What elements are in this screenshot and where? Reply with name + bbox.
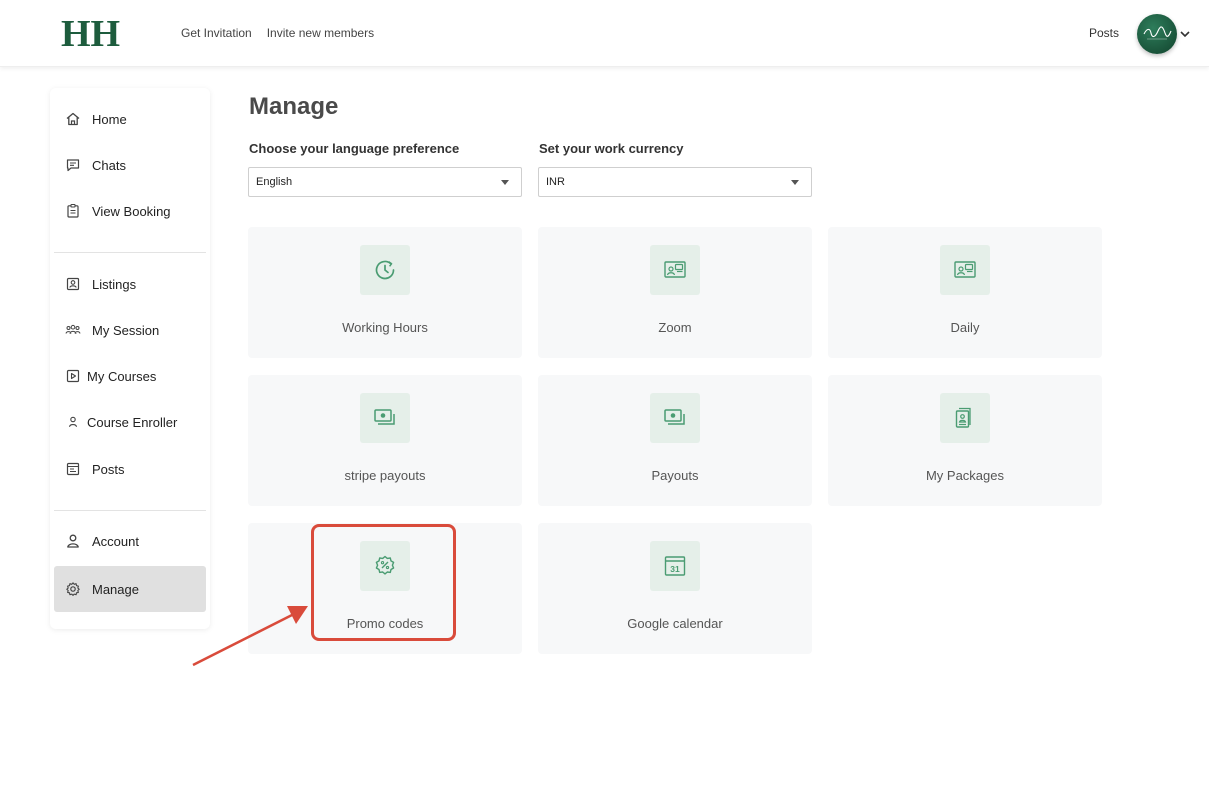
- sidebar-item-chats[interactable]: Chats: [54, 142, 206, 188]
- sidebar-item-label: Course Enroller: [87, 414, 178, 430]
- money-icon: [360, 393, 410, 443]
- card-google-calendar[interactable]: 31 Google calendar: [538, 523, 812, 654]
- page-title: Manage: [249, 93, 339, 120]
- card-label: Zoom: [658, 320, 692, 335]
- card-payouts[interactable]: Payouts: [538, 375, 812, 506]
- sidebar-item-my-courses[interactable]: My Courses: [54, 353, 206, 399]
- video-card-icon: [940, 245, 990, 295]
- sidebar-item-course-enroller[interactable]: Course Enroller: [54, 399, 206, 445]
- gear-icon: [64, 580, 82, 598]
- listing-icon: [64, 275, 82, 293]
- calendar-icon: 31: [650, 541, 700, 591]
- sidebar-item-my-session[interactable]: My Session: [54, 307, 206, 353]
- card-daily[interactable]: Daily: [828, 227, 1102, 358]
- caret-down-icon: [791, 180, 799, 185]
- card-promo-codes[interactable]: Promo codes: [248, 523, 522, 654]
- caret-down-icon: [501, 180, 509, 185]
- package-icon: [940, 393, 990, 443]
- sidebar-item-label: My Courses: [87, 368, 157, 384]
- card-my-packages[interactable]: My Packages: [828, 375, 1102, 506]
- top-header: HH Get Invitation Invite new members Pos…: [0, 0, 1209, 67]
- posts-icon: [64, 460, 82, 478]
- sidebar: Home Chats View Booking Listings My Sess…: [50, 88, 210, 629]
- sidebar-item-listings[interactable]: Listings: [54, 261, 206, 307]
- card-label: Google calendar: [627, 616, 723, 631]
- nav-get-invitation[interactable]: Get Invitation: [181, 26, 252, 40]
- sidebar-item-posts[interactable]: Posts: [54, 446, 206, 492]
- sidebar-item-home[interactable]: Home: [54, 96, 206, 142]
- sidebar-item-label: Manage: [92, 581, 139, 597]
- currency-select[interactable]: INR: [538, 167, 812, 197]
- sidebar-item-manage[interactable]: Manage: [54, 566, 206, 612]
- sidebar-divider: [54, 252, 206, 253]
- logo[interactable]: HH: [61, 12, 120, 56]
- group-icon: [64, 321, 82, 339]
- clipboard-icon: [64, 202, 82, 220]
- svg-text:31: 31: [670, 564, 680, 574]
- sidebar-item-label: Account: [92, 533, 139, 549]
- header-posts-link[interactable]: Posts: [1089, 26, 1119, 40]
- chat-icon: [64, 156, 82, 174]
- top-nav: Get Invitation Invite new members: [181, 26, 374, 40]
- chevron-down-icon[interactable]: [1179, 28, 1191, 40]
- sidebar-item-label: Chats: [92, 157, 126, 173]
- home-icon: [64, 110, 82, 128]
- card-label: Promo codes: [346, 616, 424, 631]
- clock-icon: [360, 245, 410, 295]
- sidebar-item-label: My Session: [92, 322, 160, 338]
- sidebar-item-account[interactable]: Account: [54, 518, 206, 564]
- card-stripe-payouts[interactable]: stripe payouts: [248, 375, 522, 506]
- sidebar-item-label: View Booking: [92, 203, 171, 219]
- currency-label: Set your work currency: [539, 141, 684, 156]
- card-label: Daily: [950, 320, 980, 335]
- sidebar-item-label: Listings: [92, 276, 137, 292]
- percent-badge-icon: [360, 541, 410, 591]
- card-working-hours[interactable]: Working Hours: [248, 227, 522, 358]
- account-icon: [64, 532, 82, 550]
- card-label: Payouts: [651, 468, 699, 483]
- money-icon: [650, 393, 700, 443]
- language-select-value: English: [256, 176, 293, 188]
- card-zoom[interactable]: Zoom: [538, 227, 812, 358]
- sidebar-divider: [54, 510, 206, 511]
- nav-invite-new-members[interactable]: Invite new members: [267, 26, 374, 40]
- video-card-icon: [650, 245, 700, 295]
- user-avatar-icon[interactable]: [1137, 14, 1177, 54]
- sidebar-item-view-booking[interactable]: View Booking: [54, 188, 206, 234]
- language-select[interactable]: English: [248, 167, 522, 197]
- currency-select-value: INR: [546, 176, 565, 188]
- card-label: My Packages: [925, 468, 1005, 483]
- card-label: stripe payouts: [344, 468, 426, 483]
- language-label: Choose your language preference: [249, 141, 460, 156]
- card-label: Working Hours: [342, 320, 428, 335]
- sidebar-item-label: Home: [92, 111, 127, 127]
- sidebar-item-label: Posts: [92, 461, 125, 477]
- person-icon: [64, 413, 82, 431]
- play-icon: [64, 367, 82, 385]
